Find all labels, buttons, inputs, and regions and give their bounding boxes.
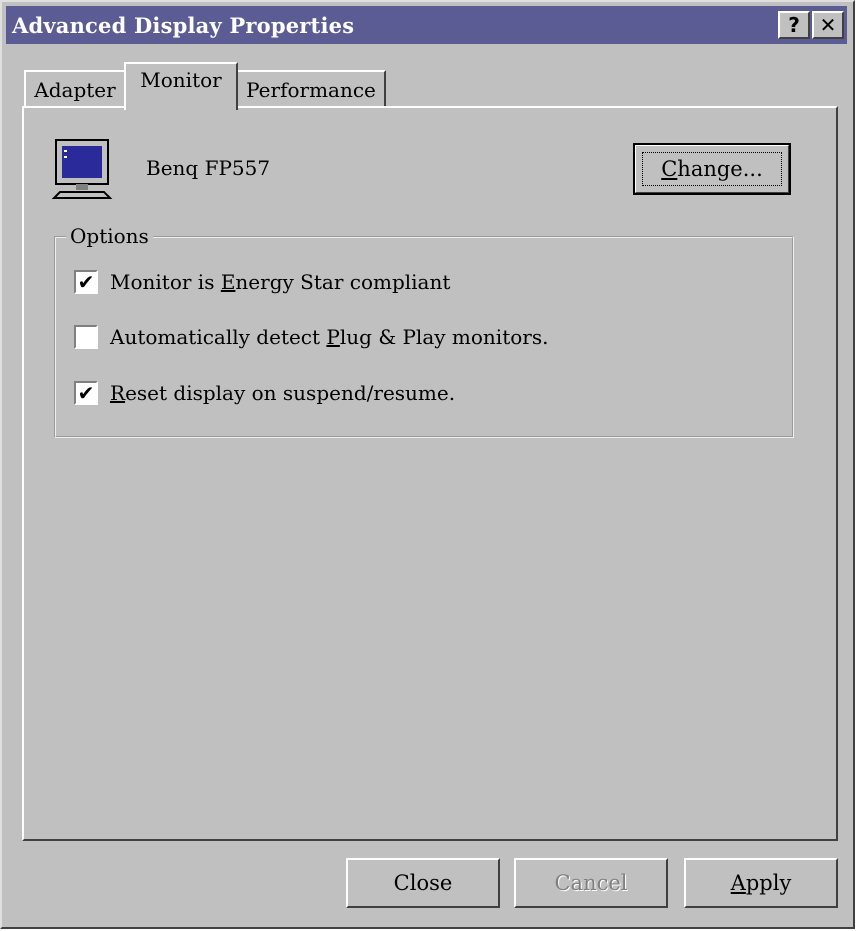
monitor-icon — [52, 139, 113, 199]
close-window-button[interactable]: ✕ — [812, 11, 844, 39]
title-bar[interactable]: Advanced Display Properties ? ✕ — [6, 6, 847, 44]
change-button-label: Change... — [642, 152, 782, 186]
plug-and-play-label: Automatically detect Plug & Play monitor… — [110, 325, 549, 349]
monitor-model-name: Benq FP557 — [146, 156, 271, 180]
tab-adapter-label: Adapter — [34, 78, 116, 102]
apply-button[interactable]: Apply — [684, 858, 838, 908]
tab-monitor-label: Monitor — [140, 68, 222, 92]
cancel-button-label: Cancel — [554, 871, 628, 895]
plug-and-play-checkbox[interactable] — [74, 325, 98, 349]
reset-display-checkbox[interactable]: ✔ — [74, 381, 98, 405]
tab-adapter[interactable]: Adapter — [24, 70, 126, 108]
help-icon: ? — [788, 13, 800, 37]
help-button[interactable]: ? — [778, 11, 810, 39]
energy-star-option[interactable]: ✔ Monitor is Energy Star compliant — [74, 270, 450, 294]
reset-display-option[interactable]: ✔ Reset display on suspend/resume. — [74, 381, 455, 405]
reset-display-label: Reset display on suspend/resume. — [110, 381, 456, 405]
close-button[interactable]: Close — [346, 858, 500, 908]
tab-performance-label: Performance — [246, 78, 376, 102]
options-group-label: Options — [66, 224, 153, 248]
tab-monitor[interactable]: Monitor — [124, 62, 238, 110]
plug-and-play-option[interactable]: Automatically detect Plug & Play monitor… — [74, 325, 548, 349]
close-icon: ✕ — [819, 13, 837, 37]
change-monitor-button[interactable]: Change... — [633, 143, 791, 195]
tab-performance[interactable]: Performance — [236, 70, 386, 108]
apply-button-label: Apply — [730, 871, 792, 895]
window-title: Advanced Display Properties — [12, 12, 355, 38]
monitor-tab-panel — [22, 106, 838, 841]
energy-star-label: Monitor is Energy Star compliant — [110, 270, 451, 294]
close-button-label: Close — [393, 871, 453, 895]
energy-star-checkbox[interactable]: ✔ — [74, 270, 98, 294]
cancel-button[interactable]: Cancel — [514, 858, 668, 908]
